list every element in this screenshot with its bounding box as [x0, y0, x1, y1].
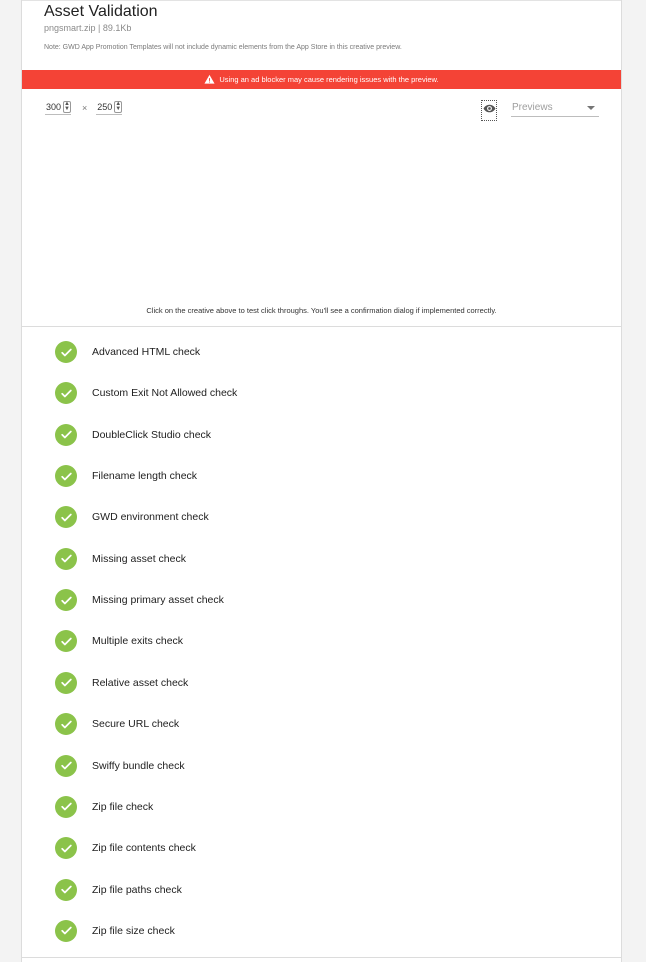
check-label: Zip file size check	[92, 924, 175, 937]
checkmark-icon	[55, 878, 77, 901]
visibility-toggle-button[interactable]	[481, 100, 497, 121]
preview-note: Note: GWD App Promotion Templates will n…	[44, 44, 402, 51]
warning-text: Using an ad blocker may cause rendering …	[219, 75, 439, 84]
dimension-controls: 300 ▲ ▼ × 250 ▲ ▼	[45, 99, 123, 116]
file-info: pngsmart.zip | 89.1Kb	[44, 23, 132, 33]
list-item: Missing primary asset check	[55, 589, 224, 612]
list-item: Custom Exit Not Allowed check	[55, 382, 238, 405]
height-input[interactable]: 250 ▲ ▼	[96, 100, 123, 115]
check-label: Zip file contents check	[92, 842, 196, 855]
checkmark-icon	[55, 837, 77, 860]
check-label: Multiple exits check	[92, 635, 184, 648]
check-label: Relative asset check	[92, 676, 189, 689]
checkmark-icon	[55, 589, 77, 612]
list-item: Zip file size check	[55, 919, 175, 942]
warning-icon	[204, 74, 215, 85]
asset-validation-card: Asset Validation pngsmart.zip | 89.1Kb N…	[21, 0, 622, 962]
list-item: Swiffy bundle check	[55, 754, 185, 777]
checkmark-icon	[55, 630, 77, 653]
ad-blocker-warning-banner: Using an ad blocker may cause rendering …	[22, 70, 621, 89]
check-label: Filename length check	[92, 470, 198, 483]
width-input[interactable]: 300 ▲ ▼	[45, 100, 71, 115]
list-item: Zip file paths check	[55, 878, 182, 901]
checkmark-icon	[55, 465, 77, 488]
check-label: Secure URL check	[92, 718, 180, 731]
eye-icon	[483, 102, 496, 120]
checkmark-icon	[55, 382, 77, 405]
width-spinner-icon[interactable]: ▲ ▼	[63, 101, 71, 113]
checkmark-icon	[55, 506, 77, 529]
dimension-separator: ×	[82, 102, 88, 113]
list-item: Multiple exits check	[55, 630, 184, 653]
checkmark-icon	[55, 547, 77, 570]
check-label: Swiffy bundle check	[92, 759, 185, 772]
check-label: Zip file paths check	[92, 883, 182, 896]
check-label: Missing primary asset check	[92, 594, 224, 607]
checkmark-icon	[55, 795, 77, 818]
list-item: Missing asset check	[55, 547, 186, 570]
click-through-hint: Click on the creative above to test clic…	[146, 306, 497, 315]
checkmark-icon	[55, 671, 77, 694]
chevron-down-icon	[587, 105, 595, 110]
check-label: Zip file check	[92, 800, 154, 813]
list-item: Filename length check	[55, 465, 198, 488]
check-label: Custom Exit Not Allowed check	[92, 387, 238, 400]
checkmark-icon	[55, 341, 77, 363]
check-label: GWD environment check	[92, 511, 209, 524]
checkmark-icon	[55, 713, 77, 736]
check-label: DoubleClick Studio check	[92, 428, 212, 441]
page-title: Asset Validation	[44, 3, 158, 20]
height-spinner-icon[interactable]: ▲ ▼	[114, 101, 123, 113]
section-divider	[22, 326, 621, 327]
list-item: Zip file contents check	[55, 837, 196, 860]
list-item: Zip file check	[55, 795, 154, 818]
list-item: Advanced HTML check	[55, 341, 200, 363]
checkmark-icon	[55, 423, 77, 446]
previews-dropdown[interactable]: Previews	[511, 99, 599, 117]
list-item: Relative asset check	[55, 671, 189, 694]
list-item: DoubleClick Studio check	[55, 423, 212, 446]
check-label: Advanced HTML check	[92, 346, 201, 358]
list-item: GWD environment check	[55, 506, 209, 529]
check-label: Missing asset check	[92, 552, 186, 565]
height-value: 250	[97, 102, 113, 112]
section-divider-bottom	[22, 957, 621, 958]
width-value: 300	[46, 102, 62, 112]
checkmark-icon	[55, 754, 77, 777]
checkmark-icon	[55, 919, 77, 942]
previews-placeholder: Previews	[512, 102, 553, 113]
top-border	[22, 0, 621, 1]
list-item: Secure URL check	[55, 713, 180, 736]
